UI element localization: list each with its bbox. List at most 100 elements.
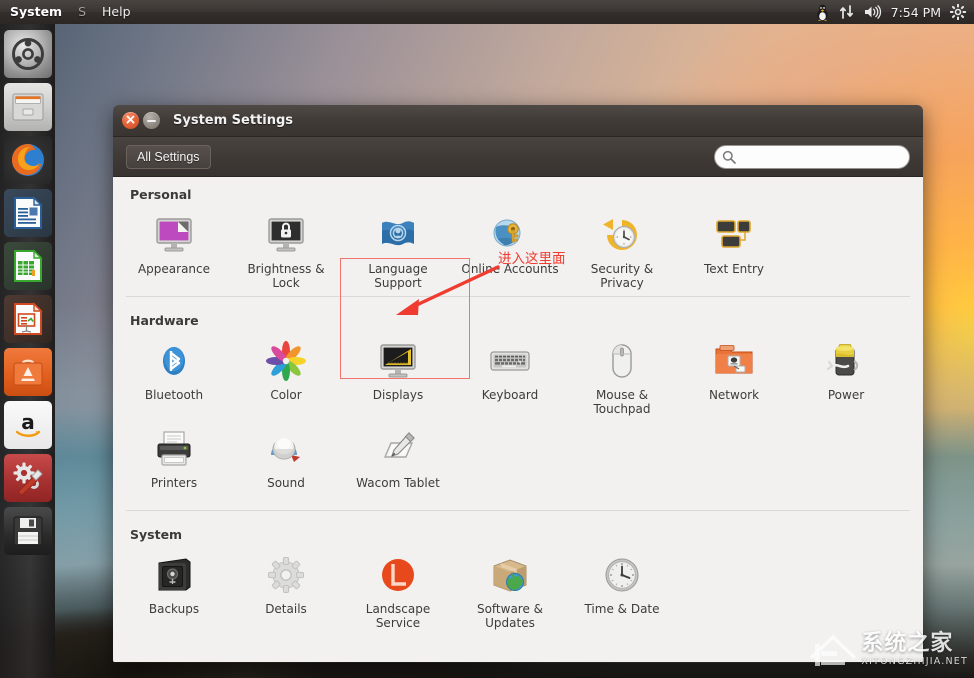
launcher-item-ubuntu-dash[interactable] bbox=[4, 30, 52, 78]
launcher-item-disk-usage[interactable] bbox=[4, 507, 52, 555]
setting-label: Mouse & Touchpad bbox=[570, 388, 674, 416]
network-updown-icon[interactable] bbox=[839, 0, 855, 24]
power-icon bbox=[823, 338, 869, 384]
setting-item-appearance[interactable]: Appearance bbox=[118, 204, 230, 292]
software-updates-icon bbox=[487, 552, 533, 598]
setting-label: Bluetooth bbox=[145, 388, 203, 402]
setting-label: Power bbox=[828, 388, 864, 402]
setting-label: Network bbox=[709, 388, 759, 402]
panel-menus: System S Help bbox=[2, 0, 139, 24]
panel-clock[interactable]: 7:54 PM bbox=[891, 5, 941, 20]
launcher-item-amazon[interactable]: a bbox=[4, 401, 52, 449]
setting-item-color[interactable]: Color bbox=[230, 330, 342, 418]
sound-icon bbox=[263, 426, 309, 472]
divider-personal bbox=[126, 296, 910, 297]
gear-icon[interactable] bbox=[950, 0, 966, 24]
launcher-item-software-center[interactable] bbox=[4, 348, 52, 396]
setting-item-backups[interactable]: Backups bbox=[118, 544, 230, 632]
setting-item-sound[interactable]: Sound bbox=[230, 418, 342, 506]
wacom-tablet-icon bbox=[375, 426, 421, 472]
launcher-item-system-settings[interactable] bbox=[4, 454, 52, 502]
setting-item-software-updates[interactable]: Software & Updates bbox=[454, 544, 566, 632]
setting-item-security-privacy[interactable]: Security & Privacy bbox=[566, 204, 678, 292]
setting-label: Security & Privacy bbox=[570, 262, 674, 290]
grid-hardware: Bluetooth bbox=[113, 330, 923, 506]
brightness-lock-icon bbox=[263, 212, 309, 258]
setting-label: Text Entry bbox=[704, 262, 764, 276]
unity-launcher: a bbox=[0, 24, 55, 678]
setting-label: Details bbox=[265, 602, 307, 616]
window-titlebar[interactable]: System Settings bbox=[113, 105, 923, 137]
setting-item-time-date[interactable]: Time & Date bbox=[566, 544, 678, 632]
section-personal: Personal Appearance bbox=[113, 177, 923, 303]
landscape-service-icon bbox=[375, 552, 421, 598]
svg-text:a: a bbox=[21, 410, 35, 434]
setting-label: Brightness & Lock bbox=[234, 262, 338, 290]
setting-item-wacom-tablet[interactable]: Wacom Tablet bbox=[342, 418, 454, 506]
section-title-personal: Personal bbox=[113, 187, 923, 202]
printers-icon bbox=[151, 426, 197, 472]
section-title-hardware: Hardware bbox=[113, 313, 923, 328]
menu-help[interactable]: Help bbox=[94, 0, 139, 24]
setting-item-keyboard[interactable]: Keyboard bbox=[454, 330, 566, 418]
setting-label: Displays bbox=[373, 388, 423, 402]
launcher-item-files[interactable] bbox=[4, 83, 52, 131]
setting-label: Printers bbox=[151, 476, 197, 490]
details-icon bbox=[263, 552, 309, 598]
section-hardware: Hardware Bluetooth bbox=[113, 303, 923, 517]
launcher-item-libreoffice-writer[interactable] bbox=[4, 189, 52, 237]
text-entry-icon bbox=[711, 212, 757, 258]
appearance-icon bbox=[151, 212, 197, 258]
tux-penguin-icon[interactable] bbox=[815, 0, 830, 24]
security-privacy-icon bbox=[599, 212, 645, 258]
search-box bbox=[714, 145, 910, 169]
mouse-touchpad-icon bbox=[599, 338, 645, 384]
setting-item-details[interactable]: Details bbox=[230, 544, 342, 632]
grid-personal: Appearance Brightn bbox=[113, 204, 923, 292]
setting-label: Time & Date bbox=[584, 602, 659, 616]
setting-item-brightness-lock[interactable]: Brightness & Lock bbox=[230, 204, 342, 292]
menu-partial[interactable]: S bbox=[70, 0, 94, 24]
displays-icon bbox=[375, 338, 421, 384]
top-panel: System S Help bbox=[0, 0, 974, 24]
keyboard-icon bbox=[487, 338, 533, 384]
setting-label: Language Support bbox=[346, 262, 450, 290]
setting-item-language-support[interactable]: Language Support bbox=[342, 204, 454, 292]
color-icon bbox=[263, 338, 309, 384]
volume-icon[interactable] bbox=[864, 0, 882, 24]
panel-indicators: 7:54 PM bbox=[815, 0, 974, 24]
window-title: System Settings bbox=[173, 113, 293, 128]
setting-item-landscape-service[interactable]: Landscape Service bbox=[342, 544, 454, 632]
section-system: System Backups bbox=[113, 517, 923, 638]
divider-hardware bbox=[126, 510, 910, 511]
setting-item-network[interactable]: Network bbox=[678, 330, 790, 418]
all-settings-button[interactable]: All Settings bbox=[126, 145, 211, 169]
window-toolbar: All Settings bbox=[113, 137, 923, 177]
system-settings-window: System Settings All Settings Personal bbox=[113, 105, 923, 663]
grid-system: Backups bbox=[113, 544, 923, 632]
setting-item-printers[interactable]: Printers bbox=[118, 418, 230, 506]
setting-item-displays[interactable]: Displays bbox=[342, 330, 454, 418]
launcher-item-libreoffice-calc[interactable] bbox=[4, 242, 52, 290]
setting-item-power[interactable]: Power bbox=[790, 330, 902, 418]
setting-item-text-entry[interactable]: Text Entry bbox=[678, 204, 790, 292]
settings-panel-content: Personal Appearance bbox=[113, 177, 923, 662]
minimize-icon[interactable] bbox=[143, 112, 160, 129]
setting-item-mouse-touchpad[interactable]: Mouse & Touchpad bbox=[566, 330, 678, 418]
network-icon bbox=[711, 338, 757, 384]
setting-item-bluetooth[interactable]: Bluetooth bbox=[118, 330, 230, 418]
setting-label: Backups bbox=[149, 602, 199, 616]
online-accounts-icon bbox=[487, 212, 533, 258]
setting-label: Landscape Service bbox=[346, 602, 450, 630]
bluetooth-icon bbox=[151, 338, 197, 384]
launcher-item-firefox[interactable] bbox=[4, 136, 52, 184]
setting-item-online-accounts[interactable]: Online Accounts bbox=[454, 204, 566, 292]
setting-label: Wacom Tablet bbox=[356, 476, 440, 490]
search-input[interactable] bbox=[714, 145, 910, 169]
setting-label: Online Accounts bbox=[461, 262, 558, 276]
close-icon[interactable] bbox=[122, 112, 139, 129]
section-title-system: System bbox=[113, 527, 923, 542]
time-date-icon bbox=[599, 552, 645, 598]
launcher-item-libreoffice-impress[interactable] bbox=[4, 295, 52, 343]
menu-system[interactable]: System bbox=[2, 0, 70, 24]
